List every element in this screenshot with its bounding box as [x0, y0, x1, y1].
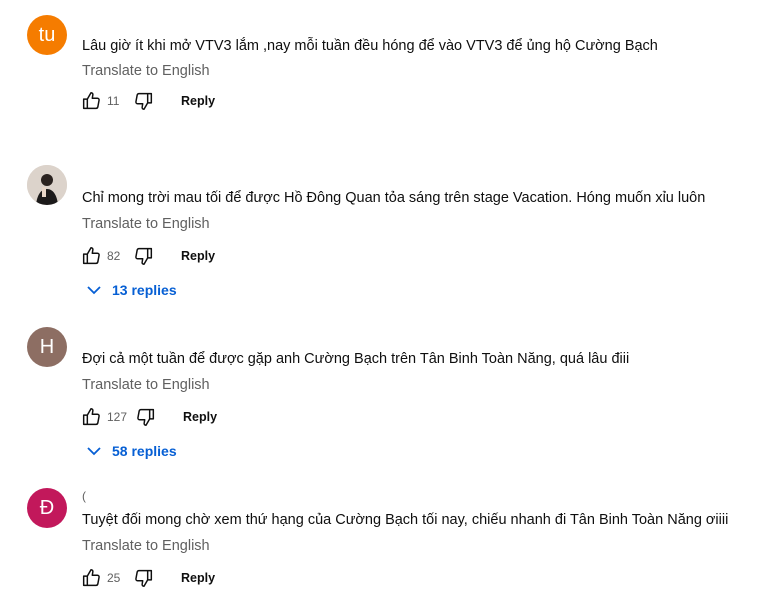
like-count: 11: [107, 94, 120, 108]
chevron-down-icon: [87, 447, 101, 456]
like-icon[interactable]: [80, 245, 102, 267]
like-count: 82: [107, 249, 121, 263]
avatar[interactable]: Đ: [27, 488, 67, 528]
comment-actions: 11 Reply: [80, 89, 215, 113]
avatar-letter: tu: [38, 23, 56, 46]
author-name[interactable]: (: [82, 489, 86, 503]
like-icon[interactable]: [80, 90, 102, 112]
replies-count-label: 13 replies: [112, 282, 177, 298]
avatar-letter: H: [39, 335, 55, 358]
reply-button[interactable]: Reply: [181, 249, 215, 263]
like-count: 127: [107, 410, 128, 424]
comment-text: Chỉ mong trời mau tối để được Hồ Đông Qu…: [82, 190, 706, 206]
dislike-icon[interactable]: [133, 567, 155, 589]
like-count: 25: [107, 571, 121, 585]
dislike-icon[interactable]: [135, 406, 157, 428]
avatar[interactable]: H: [27, 327, 67, 367]
like-icon[interactable]: [80, 567, 102, 589]
avatar-photo-icon: [27, 165, 67, 205]
translate-link[interactable]: Translate to English: [82, 377, 210, 393]
comment-actions: 127 Reply: [80, 405, 217, 429]
reply-button[interactable]: Reply: [181, 94, 215, 108]
translate-link[interactable]: Translate to English: [82, 538, 210, 554]
view-replies-button[interactable]: 13 replies: [86, 282, 177, 298]
chevron-down-icon: [87, 286, 101, 295]
like-icon[interactable]: [80, 406, 102, 428]
reply-button[interactable]: Reply: [183, 410, 217, 424]
dislike-icon[interactable]: [133, 245, 155, 267]
dislike-icon[interactable]: [133, 90, 155, 112]
comment-text: Tuyệt đối mong chờ xem thứ hạng của Cườn…: [82, 512, 729, 528]
replies-count-label: 58 replies: [112, 443, 177, 459]
view-replies-button[interactable]: 58 replies: [86, 443, 177, 459]
reply-button[interactable]: Reply: [181, 571, 215, 585]
avatar[interactable]: [27, 165, 67, 205]
comment-text: Đợi cả một tuần để được gặp anh Cường Bạ…: [82, 351, 630, 367]
translate-link[interactable]: Translate to English: [82, 216, 210, 232]
translate-link[interactable]: Translate to English: [82, 63, 210, 79]
avatar[interactable]: tu: [27, 15, 67, 55]
comment-actions: 25 Reply: [80, 566, 215, 590]
avatar-letter: Đ: [39, 496, 55, 519]
comment-text: Lâu giờ ít khi mở VTV3 lắm ,nay mỗi tuần…: [82, 38, 658, 54]
comment-actions: 82 Reply: [80, 244, 215, 268]
